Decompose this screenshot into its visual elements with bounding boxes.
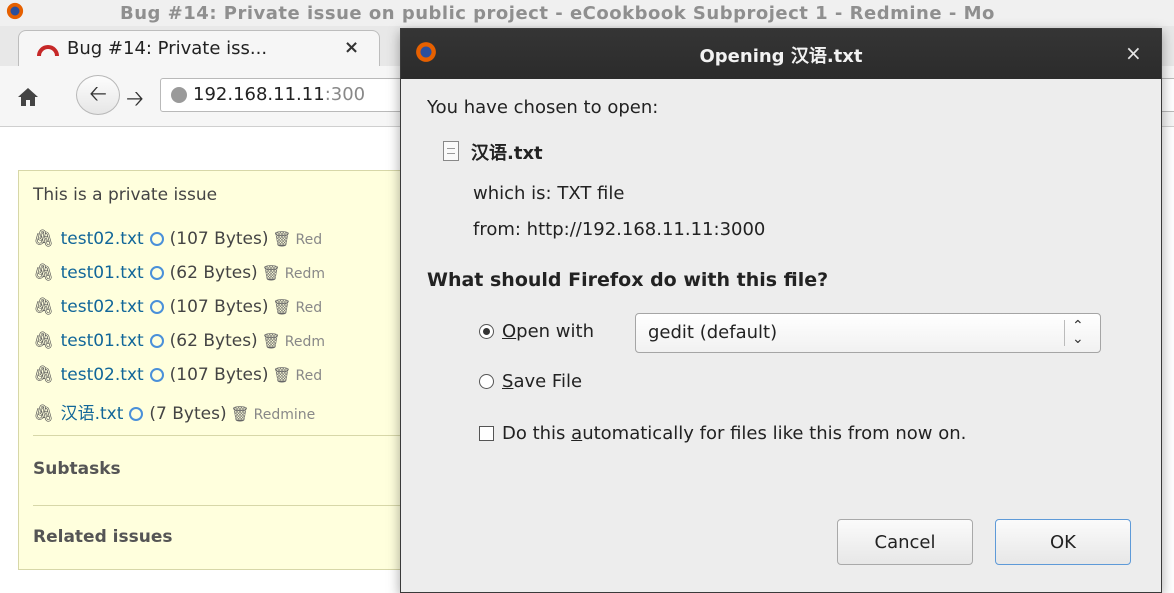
trash-icon[interactable]: 🗑: [273, 298, 292, 316]
home-icon[interactable]: [16, 86, 40, 108]
file-type: which is: TXT file: [473, 183, 625, 204]
ok-button[interactable]: OK: [995, 519, 1131, 565]
redmine-icon: [37, 45, 59, 57]
url-port: :300: [324, 84, 366, 105]
attachment-list: 🖇 test02.txt (107 Bytes) 🗑 Red 🖇 test01.txt (6…: [33, 229, 325, 433]
window-title: Bug #14: Private issue on public project…: [120, 3, 995, 24]
opening-file-dialog: Opening 汉语.txt × You have chosen to open…: [400, 28, 1162, 593]
back-button[interactable]: 🡠: [76, 75, 120, 115]
magnifier-icon[interactable]: [149, 232, 164, 246]
auto-action-accesskey: a: [571, 423, 583, 444]
dialog-titlebar: Opening 汉语.txt ×: [401, 29, 1161, 79]
open-with-accesskey: O: [502, 321, 517, 342]
attachment-item: 🖇 test01.txt (62 Bytes) 🗑 Redm: [33, 263, 325, 297]
dialog-title: Opening 汉语.txt: [699, 46, 863, 67]
attachment-size: (62 Bytes): [169, 263, 258, 283]
attachment-link[interactable]: test02.txt: [61, 229, 144, 249]
dialog-close-icon[interactable]: ×: [1125, 41, 1142, 65]
subtasks-heading: Subtasks: [33, 459, 121, 479]
attachment-link[interactable]: test02.txt: [61, 297, 144, 317]
window-titlebar: Bug #14: Private issue on public project…: [0, 0, 1174, 26]
attachment-size: (7 Bytes): [149, 404, 227, 424]
cancel-button[interactable]: Cancel: [837, 519, 973, 565]
open-with-option[interactable]: Open with: [479, 321, 594, 342]
text-file-icon: [443, 141, 459, 161]
trash-icon[interactable]: 🗑: [231, 405, 250, 423]
chosen-label: You have chosen to open:: [427, 97, 659, 118]
paperclip-icon: 🖇: [33, 365, 55, 385]
paperclip-icon: 🖇: [33, 297, 55, 317]
file-source: from: http://192.168.11.11:3000: [473, 219, 766, 240]
paperclip-icon: 🖇: [33, 263, 55, 283]
divider: [33, 435, 437, 436]
paperclip-icon: 🖇: [33, 229, 55, 249]
auto-action-label: utomatically for files like this from no…: [582, 423, 967, 444]
attachment-size: (107 Bytes): [169, 297, 269, 317]
trash-icon[interactable]: 🗑: [262, 332, 281, 350]
url-host: 192.168.11.11: [193, 84, 325, 105]
paperclip-icon: 🖇: [33, 331, 55, 351]
attachment-size: (107 Bytes): [169, 365, 269, 385]
magnifier-icon[interactable]: [129, 407, 144, 421]
open-with-app: gedit (default): [648, 322, 778, 343]
attachment-link[interactable]: 汉语.txt: [61, 404, 124, 424]
attachment-author: Red: [295, 232, 323, 248]
attachment-link[interactable]: test02.txt: [61, 365, 144, 385]
magnifier-icon[interactable]: [149, 368, 164, 382]
attachment-author: Redmine: [253, 407, 316, 423]
magnifier-icon[interactable]: [149, 266, 164, 280]
attachment-author: Red: [295, 368, 323, 384]
open-with-radio[interactable]: [479, 324, 494, 339]
globe-icon: [171, 87, 187, 103]
tab-bug-14[interactable]: Bug #14: Private iss... ×: [18, 30, 380, 66]
divider: [33, 505, 437, 506]
attachment-item: 🖇 test02.txt (107 Bytes) 🗑 Red: [33, 229, 325, 263]
action-question: What should Firefox do with this file?: [427, 269, 829, 291]
issue-content: This is a private issue 🖇 test02.txt (107 …: [18, 170, 438, 570]
open-with-label: pen with: [516, 321, 594, 342]
save-file-option[interactable]: Save File: [479, 371, 582, 392]
attachment-size: (62 Bytes): [169, 331, 258, 351]
updown-chevron-icon: ⌃ ⌄: [1072, 318, 1084, 347]
attachment-author: Redm: [284, 334, 325, 350]
open-with-select[interactable]: gedit (default) ⌃ ⌄: [635, 313, 1101, 353]
forward-button[interactable]: 🡢: [126, 82, 144, 120]
attachment-item: 🖇 test01.txt (62 Bytes) 🗑 Redm: [33, 331, 325, 365]
attachment-item: 🖇 test02.txt (107 Bytes) 🗑 Red: [33, 365, 325, 399]
back-arrow-icon: 🡠: [89, 82, 107, 107]
trash-icon[interactable]: 🗑: [262, 264, 281, 282]
save-file-accesskey: S: [502, 371, 514, 392]
trash-icon[interactable]: 🗑: [273, 366, 292, 384]
attachment-item: 🖇 test02.txt (107 Bytes) 🗑 Red: [33, 297, 325, 331]
auto-action-prefix: Do this: [502, 423, 572, 444]
attachment-author: Redm: [284, 266, 325, 282]
magnifier-icon[interactable]: [149, 334, 164, 348]
select-divider: [1064, 320, 1065, 346]
save-file-label: ave File: [513, 371, 583, 392]
forward-arrow-icon: 🡢: [126, 87, 144, 112]
url-text: 192.168.11.11:300: [193, 84, 365, 105]
paperclip-icon: 🖇: [33, 404, 55, 424]
related-issues-heading: Related issues: [33, 527, 173, 547]
auto-action-option[interactable]: Do this automatically for files like thi…: [479, 423, 966, 444]
file-name: 汉语.txt: [471, 143, 543, 164]
tab-close-icon[interactable]: ×: [344, 37, 359, 58]
magnifier-icon[interactable]: [149, 300, 164, 314]
auto-action-checkbox[interactable]: [479, 426, 494, 441]
firefox-icon: [6, 2, 24, 20]
tab-label: Bug #14: Private iss...: [67, 38, 268, 59]
attachment-author: Red: [295, 300, 323, 316]
save-file-radio[interactable]: [479, 374, 494, 389]
attachment-link[interactable]: test01.txt: [61, 263, 144, 283]
issue-description: This is a private issue: [33, 185, 218, 205]
trash-icon[interactable]: 🗑: [273, 230, 292, 248]
attachment-size: (107 Bytes): [169, 229, 269, 249]
attachment-link[interactable]: test01.txt: [61, 331, 144, 351]
attachment-item: 🖇 汉语.txt (7 Bytes) 🗑 Redmine: [33, 399, 325, 433]
